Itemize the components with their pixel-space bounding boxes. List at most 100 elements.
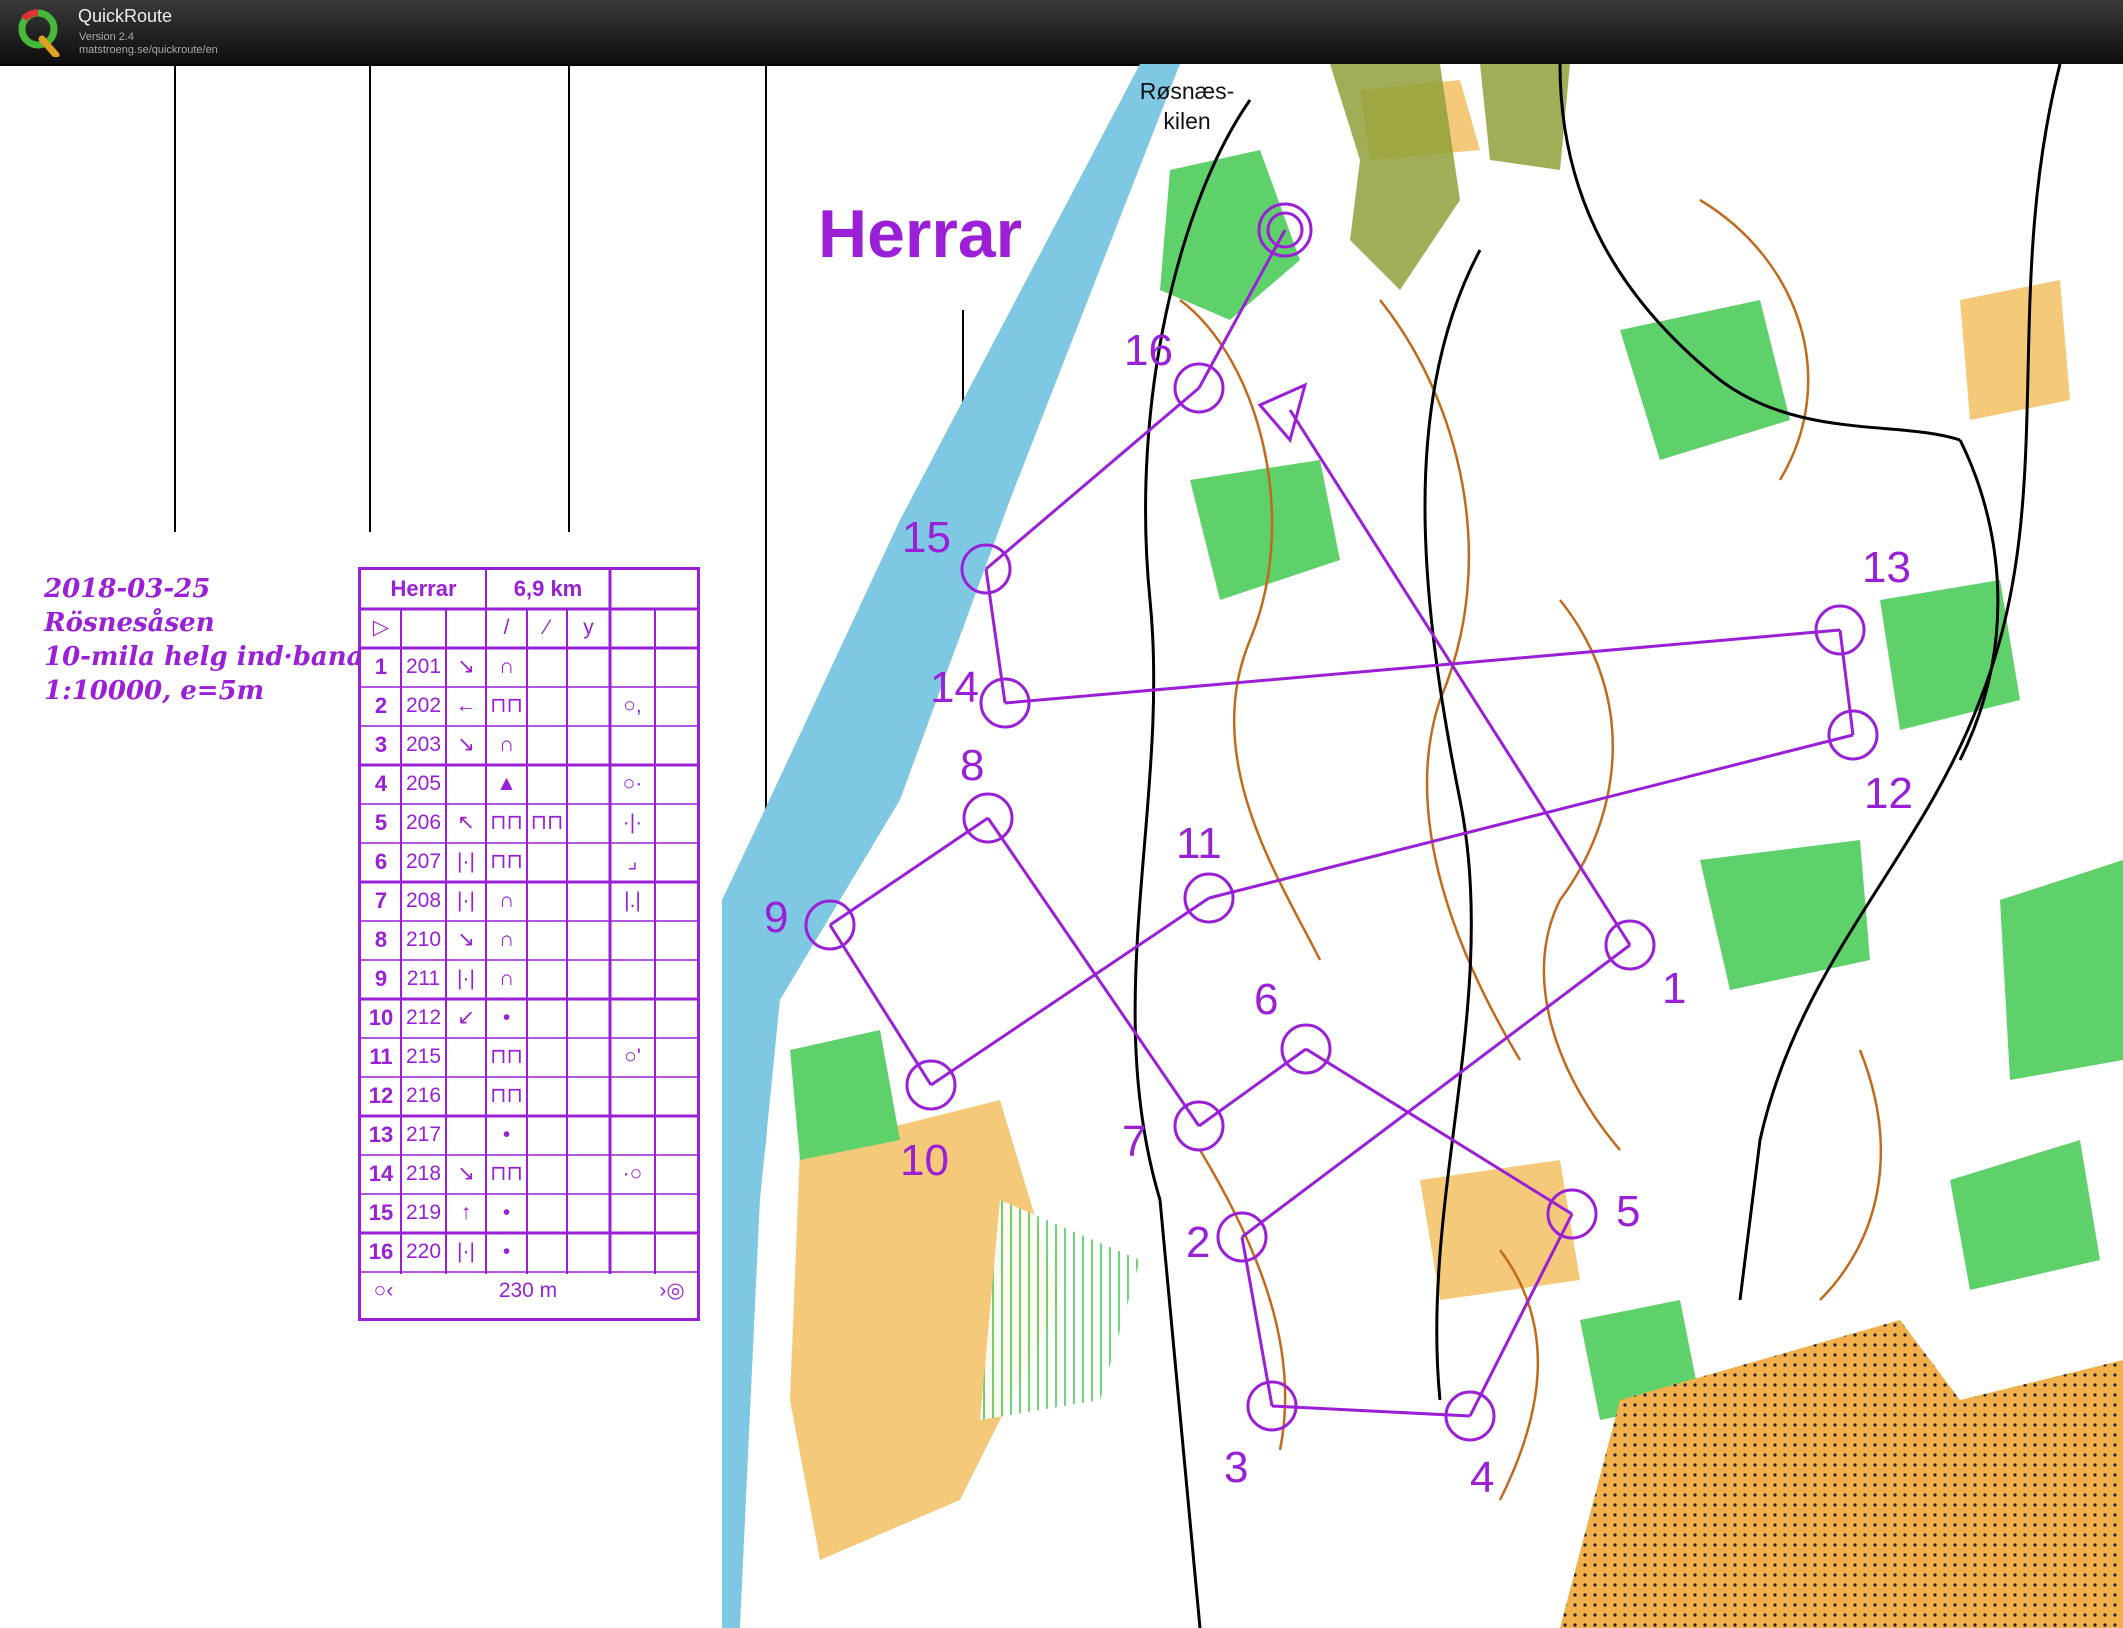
description-direction: ↙ [457,1006,475,1029]
description-feature: ∩ [498,733,515,756]
description-control-code: 219 [405,1201,442,1224]
description-feature: • [502,1006,511,1029]
description-location: ·|· [622,811,643,834]
control-number-13: 13 [1862,543,1911,592]
description-feature: ∩ [498,967,515,990]
description-location: ·○ [622,1162,643,1185]
finish-distance: 230 m [498,1279,558,1302]
control-number-9: 9 [764,893,788,942]
description-control-code: 220 [405,1240,442,1263]
start-symbol: ▷ [372,616,390,639]
description-location: |.| [624,889,641,912]
description-feature: • [502,1201,511,1224]
note-area: Rösnesåsen [44,608,215,638]
app-version: Version 2.4 [79,31,135,43]
description-direction: ↘ [457,733,475,756]
finish-symbol-left: ○‹ [373,1279,394,1302]
control-number-15: 15 [902,513,951,562]
header-symbol-3: y [583,616,594,639]
control-number-7: 7 [1122,1117,1146,1166]
description-feature: ∩ [498,655,515,678]
description-feature: ⊓⊓ [490,1162,523,1185]
control-number-2: 2 [1186,1218,1210,1267]
app-url: matstroeng.se/quickroute/en [79,44,218,56]
description-direction: ↖ [457,811,475,834]
description-control-number: 8 [374,927,388,952]
description-control-code: 212 [405,1006,442,1029]
control-number-16: 16 [1124,326,1173,375]
app-name: QuickRoute [78,6,173,26]
control-description-sheet: Herrar 6,9 km ▷ / ⁄ y 1 201 ↘ ∩ 2 202 ← ⊓⊓ ○, 3 203 ↘ ∩ 4 20… [358,567,700,1321]
description-control-number: 10 [368,1005,394,1030]
finish-symbol-right: ›◎ [659,1279,685,1302]
description-direction: ↘ [457,655,475,678]
control-number-11: 11 [1176,819,1222,868]
description-control-code: 211 [406,967,441,990]
description-control-code: 217 [405,1123,442,1146]
orienteering-map[interactable]: 1 2 3 4 5 6 7 8 9 10 11 12 13 14 15 16 [0,64,2123,1628]
description-control-code: 210 [405,928,442,951]
description-control-number: 13 [368,1122,394,1147]
description-control-code: 201 [405,655,442,678]
description-control-number: 3 [374,732,388,757]
description-course-length: 6,9 km [513,576,583,601]
description-feature: ∩ [498,889,515,912]
description-direction: |·| [457,967,475,990]
description-feature: ⊓⊓ [490,1045,523,1068]
description-direction: |·| [457,889,475,912]
description-control-code: 206 [405,811,442,834]
description-control-code: 216 [405,1084,442,1107]
description-control-number: 14 [368,1161,394,1186]
control-number-1: 1 [1662,964,1686,1013]
place-name: Røsnæs- kilen [1132,76,1242,136]
title-bar: QuickRoute Version 2.4 matstroeng.se/qui… [0,0,2123,66]
note-scale: 1:10000, e=5m [44,676,265,706]
description-control-code: 218 [405,1162,442,1185]
description-direction: ↘ [457,928,475,951]
note-event: 10-mila helg ind·bana [44,642,364,672]
description-control-code: 202 [405,694,442,717]
description-control-code: 215 [405,1045,442,1068]
description-feature: ⊓⊓ [490,694,523,717]
place-name-line2: kilen [1163,108,1211,134]
description-control-code: 207 [405,850,442,873]
description-control-number: 15 [368,1200,394,1225]
control-number-14: 14 [930,663,979,712]
description-feature: ∩ [498,928,515,951]
description-location: ○, [623,694,642,717]
description-control-number: 12 [368,1083,394,1108]
description-direction: ← [455,694,477,717]
description-feature: ⊓⊓ [490,850,523,873]
description-feature-2: ⊓⊓ [530,811,564,834]
description-direction: |·| [457,850,475,873]
control-number-8: 8 [960,741,984,790]
description-control-number: 2 [374,693,388,718]
control-number-3: 3 [1224,1443,1248,1492]
description-location: ○· [622,772,643,795]
description-location: ⌟ [627,850,638,873]
description-feature: ⊓⊓ [490,811,523,834]
control-number-6: 6 [1254,975,1278,1024]
header-symbol-2: ⁄ [545,616,549,639]
description-control-code: 205 [405,772,442,795]
control-number-4: 4 [1470,1453,1494,1502]
control-number-10: 10 [900,1136,949,1185]
description-direction: |·| [457,1240,475,1263]
description-control-number: 7 [374,888,388,913]
place-name-line1: Røsnæs- [1139,78,1235,104]
description-control-number: 1 [374,654,388,679]
control-number-12: 12 [1864,769,1913,818]
description-direction: ↑ [460,1201,472,1224]
description-control-code: 203 [405,733,442,756]
description-feature: • [502,1240,511,1263]
description-control-number: 16 [368,1239,394,1264]
description-control-number: 9 [374,966,388,991]
description-control-number: 11 [369,1044,393,1069]
header-symbol-1: / [503,616,510,639]
description-feature: ▲ [496,772,517,795]
description-control-number: 5 [374,810,388,835]
description-direction: ↘ [457,1162,475,1185]
description-feature: ⊓⊓ [490,1084,523,1107]
note-date: 2018-03-25 [44,574,211,604]
quickroute-logo-icon [18,9,60,57]
